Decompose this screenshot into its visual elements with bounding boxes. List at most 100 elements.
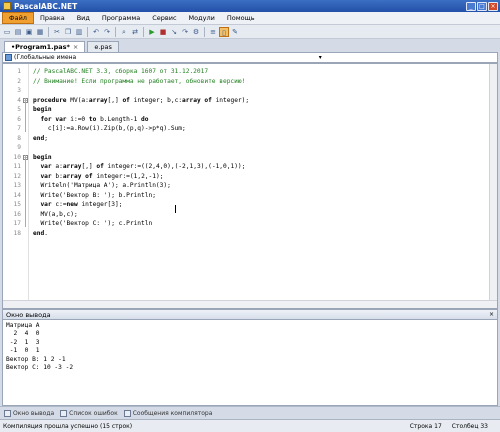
step-over-icon[interactable]: ↷: [180, 27, 190, 37]
scope-selector[interactable]: (Глобальные имена ▾: [2, 52, 498, 63]
close-icon[interactable]: ×: [489, 310, 494, 319]
paste-icon[interactable]: ▥: [74, 27, 84, 37]
toolbar-separator: [87, 26, 88, 37]
output-header: Окно вывода ×: [3, 310, 497, 320]
error-list-icon: [60, 409, 68, 417]
code-line[interactable]: for var i:=0 to b.Length-1 do: [33, 116, 148, 123]
line-number: 17: [13, 220, 21, 227]
tab-errors[interactable]: Список ошибок: [60, 409, 118, 417]
menu-help[interactable]: Помощь: [221, 13, 261, 23]
redo-icon[interactable]: ↷: [102, 27, 112, 37]
code-line[interactable]: begin: [33, 154, 52, 161]
tab-label: Список ошибок: [69, 409, 118, 417]
scope-text: (Глобальные имена: [14, 54, 77, 61]
code-line[interactable]: Write('Вектор C: '); c.Println: [33, 220, 152, 227]
output-title: Окно вывода: [6, 311, 51, 319]
code-line[interactable]: procedure MV(a:array[,] of integer; b,c:…: [33, 97, 249, 104]
cursor-position: Строка 17 Столбец 33: [410, 423, 488, 430]
line-number: 16: [13, 210, 21, 218]
replace-icon[interactable]: ⇄: [130, 27, 140, 37]
format-icon[interactable]: ≡: [208, 27, 218, 37]
text-cursor: [175, 205, 176, 213]
settings-icon[interactable]: ✎: [230, 27, 240, 37]
toolbar-separator: [115, 26, 116, 37]
tab-e-pas[interactable]: e.pas: [87, 41, 119, 52]
bottom-tabs: Окно вывода Список ошибок Сообщения комп…: [0, 406, 500, 419]
toolbar-separator: [204, 26, 205, 37]
code-line[interactable]: c[i]:=a.Row(i).Zip(b,(p,q)->p*q).Sum;: [33, 125, 186, 132]
close-button[interactable]: ×: [488, 1, 498, 11]
toolbar: ▭ ▤ ▣ ▦ ✂ ❐ ▥ ↶ ↷ ⌕ ⇄ ▶ ■ ↘ ↷ ⚙ ≡ ▯ ✎: [0, 25, 500, 39]
menu-program[interactable]: Программа: [96, 13, 146, 23]
tab-close-icon[interactable]: ×: [73, 42, 78, 52]
new-file-icon[interactable]: ▭: [2, 27, 12, 37]
window-controls: _ □ ×: [466, 1, 498, 11]
chevron-down-icon[interactable]: ▾: [316, 54, 324, 61]
tab-compiler-messages[interactable]: Сообщения компилятора: [123, 409, 213, 417]
output-text[interactable]: Матрица А 2 4 0 -2 1 3 -1 0 1 Вектор B: …: [3, 320, 497, 374]
find-icon[interactable]: ⌕: [119, 27, 129, 37]
save-icon[interactable]: ▣: [24, 27, 34, 37]
tab-label: e.pas: [94, 43, 112, 51]
tab-label: Сообщения компилятора: [132, 409, 213, 417]
copy-icon[interactable]: ❐: [63, 27, 73, 37]
fold-line: [25, 98, 26, 132]
menu-file[interactable]: Файл: [2, 12, 34, 24]
line-number: 1: [17, 68, 21, 75]
cut-icon[interactable]: ✂: [52, 27, 62, 37]
horizontal-scrollbar[interactable]: [3, 300, 497, 308]
menu-view[interactable]: Вид: [71, 13, 96, 23]
code-line[interactable]: begin: [33, 106, 52, 113]
output-window-icon: [4, 409, 11, 417]
title-bar: PascalABC.NET _ □ ×: [0, 0, 500, 12]
code-line[interactable]: Writeln('Матрица А'); a.Println(3);: [33, 182, 170, 189]
code-line[interactable]: end;: [33, 135, 48, 142]
tab-output[interactable]: Окно вывода: [4, 409, 54, 417]
line-number: 5: [17, 106, 21, 113]
menu-bar: Файл Правка Вид Программа Сервис Модули …: [0, 12, 500, 25]
code-line[interactable]: var c:=new integer[3];: [33, 201, 122, 208]
status-message: Компиляция прошла успешно (15 строк): [3, 422, 133, 430]
row-value: 17: [434, 422, 442, 430]
line-number: 18: [13, 229, 21, 237]
code-line[interactable]: var a:array[,] of integer:=((2,4,0),(-2,…: [33, 163, 245, 170]
step-into-icon[interactable]: ↘: [169, 27, 179, 37]
debug-icon[interactable]: ⚙: [191, 27, 201, 37]
namespace-icon: [5, 54, 12, 61]
code-line[interactable]: var b:array of integer:=(1,2,-1);: [33, 173, 163, 180]
col-value: 33: [480, 422, 488, 430]
tab-label: •Program1.pas*: [11, 43, 70, 51]
line-number: 10: [13, 153, 21, 161]
line-number: 15: [13, 201, 21, 208]
fold-line: [25, 155, 26, 227]
line-number: 14: [13, 191, 21, 199]
code-line[interactable]: MV(a,b,c);: [33, 211, 77, 218]
undo-icon[interactable]: ↶: [91, 27, 101, 37]
code-editor[interactable]: 1 // PascalABC.NET 3.3, сборка 1607 от 31…: [2, 63, 498, 309]
run-icon[interactable]: ▶: [147, 27, 157, 37]
line-number: 9: [17, 144, 21, 151]
code-line[interactable]: end.: [33, 230, 48, 237]
app-icon: [3, 2, 11, 10]
line-number: 13: [13, 182, 21, 189]
save-all-icon[interactable]: ▦: [35, 27, 45, 37]
code-line[interactable]: Write('Вектор B: '); b.Println;: [33, 192, 156, 199]
toolbar-separator: [48, 26, 49, 37]
code-line[interactable]: // PascalABC.NET 3.3, сборка 1607 от 31.…: [33, 68, 208, 75]
menu-service[interactable]: Сервис: [146, 13, 182, 23]
vertical-scrollbar[interactable]: [489, 64, 497, 308]
line-number: 12: [13, 172, 21, 180]
row-label: Строка: [409, 422, 433, 430]
code-line[interactable]: // Внимание! Если программа не работает,…: [33, 78, 245, 85]
minimize-button[interactable]: _: [466, 1, 476, 11]
output-icon[interactable]: ▯: [219, 26, 229, 37]
line-number: 11: [13, 163, 21, 170]
line-number: 3: [17, 87, 21, 94]
maximize-button[interactable]: □: [477, 1, 487, 11]
open-icon[interactable]: ▤: [13, 27, 23, 37]
menu-modules[interactable]: Модули: [183, 13, 221, 23]
menu-edit[interactable]: Правка: [34, 13, 71, 23]
output-panel: Окно вывода × Матрица А 2 4 0 -2 1 3 -1 …: [2, 309, 498, 406]
tab-program1[interactable]: •Program1.pas* ×: [4, 41, 86, 52]
stop-icon[interactable]: ■: [158, 27, 168, 37]
